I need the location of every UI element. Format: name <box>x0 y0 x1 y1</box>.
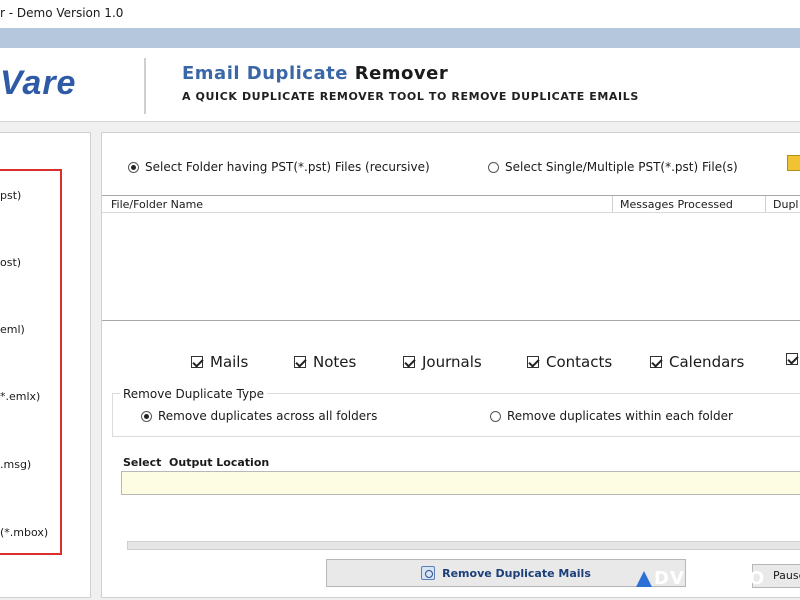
col-separator <box>612 196 613 213</box>
radio-single-pst-label: Select Single/Multiple PST(*.pst) File(s… <box>505 160 738 174</box>
radio-within-folder-label: Remove duplicates within each folder <box>507 409 733 423</box>
app-title: Email Duplicate Remover <box>182 63 448 84</box>
remove-button-label: Remove Duplicate Mails <box>442 566 591 580</box>
checkbox-notes-box[interactable] <box>294 356 306 368</box>
title-band <box>0 28 800 48</box>
app-title-part2: Remover <box>354 63 449 84</box>
options-panel: Select Folder having PST(*.pst) Files (r… <box>101 132 800 598</box>
app-subtitle: A QUICK DUPLICATE REMOVER TOOL TO REMOVE… <box>182 90 639 103</box>
output-location-label: Select Output Location <box>123 456 270 469</box>
radio-single-pst[interactable]: Select Single/Multiple PST(*.pst) File(s… <box>488 160 738 174</box>
checkbox-mails-label: Mails <box>210 353 249 371</box>
radio-indicator[interactable] <box>490 410 501 422</box>
radio-indicator-selected[interactable] <box>141 410 152 422</box>
checkbox-calendars-box[interactable] <box>650 356 662 368</box>
col-messages-processed[interactable]: Messages Processed <box>620 198 733 211</box>
checkbox-mails[interactable]: Mails <box>191 353 248 371</box>
brand-logo: Vare <box>0 64 77 102</box>
radio-indicator-selected[interactable] <box>128 161 139 173</box>
window-titlebar: r - Demo Version 1.0 <box>0 0 800 28</box>
pause-button-label: Pause <box>773 569 800 582</box>
format-item-mbox[interactable]: (*.mbox) <box>0 526 48 539</box>
checkbox-calendars-label: Calendars <box>669 353 745 371</box>
checkbox-tasks-partial[interactable] <box>786 353 800 365</box>
format-item-ost[interactable]: ost) <box>0 256 21 269</box>
checkbox-contacts-label: Contacts <box>546 353 613 371</box>
format-highlight-box <box>0 169 62 555</box>
watermark-logo-icon <box>636 570 652 587</box>
checkbox-tasks-box[interactable] <box>786 353 798 365</box>
format-item-eml[interactable]: eml) <box>0 323 25 336</box>
app-title-part1: Email Duplicate <box>182 63 348 84</box>
checkbox-journals-label: Journals <box>422 353 482 371</box>
col-file-folder-name[interactable]: File/Folder Name <box>111 198 203 211</box>
app-header: Vare Email Duplicate Remover A QUICK DUP… <box>0 48 800 122</box>
format-panel: pst) ost) eml) *.emlx) .msg) (*.mbox) <box>0 132 91 598</box>
main-content: pst) ost) eml) *.emlx) .msg) (*.mbox) Se… <box>0 122 800 600</box>
col-duplicates[interactable]: Dupl <box>773 198 798 211</box>
col-separator <box>765 196 766 213</box>
checkbox-journals[interactable]: Journals <box>403 353 482 371</box>
radio-within-folder[interactable]: Remove duplicates within each folder <box>490 409 733 423</box>
magnifier-icon <box>421 566 436 580</box>
format-item-emlx[interactable]: *.emlx) <box>0 390 40 403</box>
radio-folder-pst-label: Select Folder having PST(*.pst) Files (r… <box>145 160 430 174</box>
remove-duplicate-mails-button[interactable]: Remove Duplicate Mails <box>326 559 686 587</box>
checkbox-mails-box[interactable] <box>191 356 203 368</box>
grid-header: File/Folder Name Messages Processed Dupl <box>102 196 800 213</box>
checkbox-contacts[interactable]: Contacts <box>527 353 612 371</box>
checkbox-notes-label: Notes <box>313 353 357 371</box>
header-divider <box>144 58 146 114</box>
checkbox-journals-box[interactable] <box>403 356 415 368</box>
format-item-msg[interactable]: .msg) <box>0 458 31 471</box>
advertigo-watermark: DVERTIGO <box>636 568 765 589</box>
browse-folder-icon[interactable] <box>787 155 800 171</box>
window-title: r - Demo Version 1.0 <box>0 6 124 20</box>
radio-folder-pst[interactable]: Select Folder having PST(*.pst) Files (r… <box>128 160 430 174</box>
checkbox-calendars[interactable]: Calendars <box>650 353 744 371</box>
radio-across-folders-label: Remove duplicates across all folders <box>158 409 378 423</box>
output-location-input[interactable] <box>121 471 800 495</box>
watermark-text: DVERTIGO <box>654 568 766 589</box>
file-grid[interactable]: File/Folder Name Messages Processed Dupl <box>102 195 800 321</box>
radio-indicator[interactable] <box>488 161 499 173</box>
format-item-pst[interactable]: pst) <box>0 189 21 202</box>
progress-bar <box>127 541 800 550</box>
checkbox-notes[interactable]: Notes <box>294 353 356 371</box>
checkbox-contacts-box[interactable] <box>527 356 539 368</box>
radio-across-folders[interactable]: Remove duplicates across all folders <box>141 409 377 423</box>
remove-type-legend: Remove Duplicate Type <box>120 387 268 401</box>
